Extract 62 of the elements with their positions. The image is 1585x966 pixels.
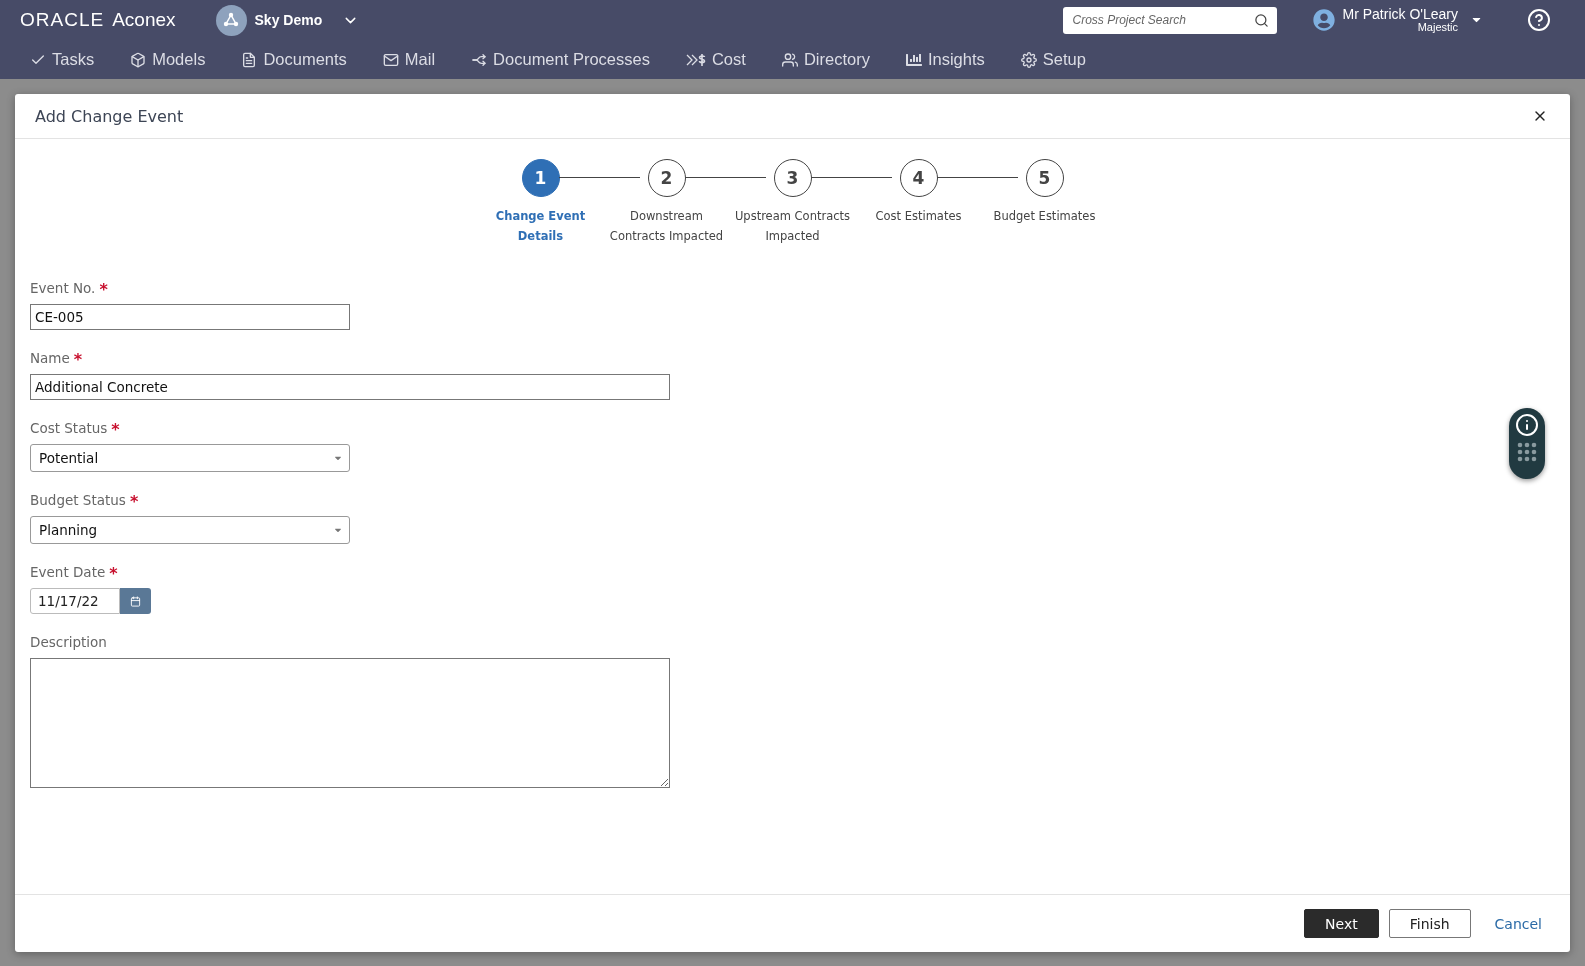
search-icon[interactable] — [1253, 12, 1269, 28]
nav-item[interactable]: Tasks — [30, 50, 95, 69]
step-label: Upstream Contracts Impacted — [733, 208, 852, 245]
avatar-icon[interactable] — [1312, 9, 1335, 31]
field-label: Name — [30, 350, 70, 366]
finish-button[interactable]: Finish — [1388, 909, 1471, 938]
nav-item[interactable]: Models — [130, 50, 206, 69]
project-name[interactable]: Sky Demo — [254, 12, 323, 28]
required-marker: * — [109, 564, 118, 585]
step-circle[interactable]: 5 — [1025, 159, 1064, 197]
calendar-button[interactable] — [120, 588, 151, 614]
next-button[interactable]: Next — [1304, 909, 1379, 938]
nav-item[interactable]: Cost — [685, 50, 746, 69]
step-label: Cost Estimates — [874, 208, 963, 225]
required-marker: * — [73, 350, 83, 371]
field-label: Event Date — [30, 564, 106, 580]
user-name[interactable]: Mr Patrick O'Leary — [1342, 6, 1458, 22]
product-name: Aconex — [112, 9, 176, 31]
cube-icon — [130, 51, 147, 68]
info-icon[interactable] — [1515, 413, 1539, 437]
users-icon — [781, 51, 798, 68]
dropdown[interactable]: Planning — [30, 516, 350, 544]
keypad-icon[interactable] — [1517, 442, 1537, 462]
help-icon[interactable] — [1527, 8, 1551, 32]
mail-icon — [382, 51, 399, 68]
nav-item[interactable]: Document Processes — [471, 50, 650, 69]
nav-item[interactable]: Mail — [382, 50, 436, 69]
search-field[interactable]: Cross Project Search — [1062, 6, 1277, 34]
description-field[interactable] — [30, 658, 670, 788]
bar-chart-icon — [905, 51, 922, 68]
settings-icon — [1020, 51, 1037, 68]
nav-item[interactable]: Insights — [905, 50, 985, 69]
process-icon — [471, 51, 488, 68]
field-label: Cost Status — [30, 420, 108, 436]
document-icon — [241, 51, 258, 68]
dropdown[interactable]: Potential — [30, 444, 350, 472]
nav-item[interactable]: Setup — [1020, 50, 1086, 69]
step-circle[interactable]: 3 — [773, 159, 812, 197]
date-field[interactable]: 11/17/22 — [30, 588, 120, 614]
nav-item[interactable]: Directory — [781, 50, 870, 69]
required-marker: * — [111, 420, 120, 441]
field-label: Description — [30, 634, 107, 650]
dialog-title: Add Change Event — [35, 106, 184, 126]
step-label: Downstream Contracts Impacted — [608, 208, 725, 245]
user-organization: Majestic — [1417, 21, 1458, 34]
text-field[interactable]: CE-005 — [30, 304, 350, 330]
field-label: Budget Status — [30, 492, 126, 508]
nav-item[interactable]: Documents — [241, 50, 347, 69]
step-label: Change Event Details — [494, 208, 587, 245]
step-label: Budget Estimates — [992, 208, 1097, 225]
cancel-link[interactable]: Cancel — [1480, 909, 1546, 938]
step-circle[interactable]: 2 — [647, 159, 686, 197]
text-field[interactable]: Additional Concrete — [30, 374, 670, 400]
step-circle[interactable]: 4 — [899, 159, 938, 197]
logo-wordmark: ORACLE — [20, 9, 105, 31]
field-label: Event No. — [30, 280, 96, 296]
required-marker: * — [129, 492, 139, 513]
cost-icon — [685, 51, 706, 68]
calendar-icon[interactable] — [130, 595, 141, 607]
required-marker: * — [99, 280, 108, 301]
step-circle[interactable]: 1 — [521, 159, 560, 197]
project-icon — [215, 4, 247, 36]
